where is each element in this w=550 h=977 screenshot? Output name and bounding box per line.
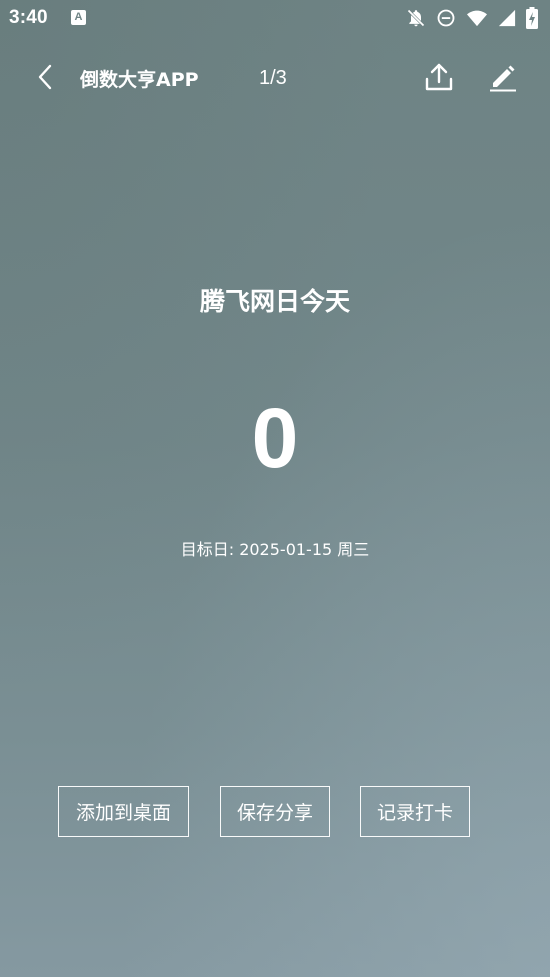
back-button[interactable] bbox=[28, 60, 62, 98]
back-arrow-icon bbox=[36, 63, 54, 95]
status-icons bbox=[406, 7, 538, 29]
app-notification-icon: A bbox=[71, 10, 86, 25]
countdown-days: 0 bbox=[251, 391, 299, 485]
save-share-button[interactable]: 保存分享 bbox=[220, 786, 330, 837]
status-bar: 3:40 A bbox=[0, 0, 550, 38]
edit-pencil-icon bbox=[487, 61, 519, 97]
add-to-desktop-button[interactable]: 添加到桌面 bbox=[58, 786, 189, 837]
share-button[interactable] bbox=[420, 60, 458, 98]
bell-off-icon bbox=[406, 8, 426, 28]
screen: 3:40 A 倒数大亨APP 1/3 腾飞网日今天 0 目标日: 2025-01… bbox=[0, 0, 550, 977]
app-title: 倒数大亨APP bbox=[80, 69, 199, 91]
page-indicator: 1/3 bbox=[259, 67, 287, 89]
signal-icon bbox=[498, 9, 516, 27]
top-bar: 倒数大亨APP 1/3 bbox=[0, 52, 550, 106]
target-date: 目标日: 2025-01-15 周三 bbox=[180, 540, 370, 559]
do-not-disturb-icon bbox=[436, 8, 456, 28]
status-time: 3:40 bbox=[9, 7, 48, 28]
share-upload-icon bbox=[424, 62, 454, 96]
event-title: 腾飞网日今天 bbox=[199, 287, 350, 316]
check-in-button[interactable]: 记录打卡 bbox=[360, 786, 470, 837]
edit-button[interactable] bbox=[484, 60, 522, 98]
wifi-icon bbox=[466, 8, 488, 28]
battery-charging-icon bbox=[526, 7, 538, 29]
